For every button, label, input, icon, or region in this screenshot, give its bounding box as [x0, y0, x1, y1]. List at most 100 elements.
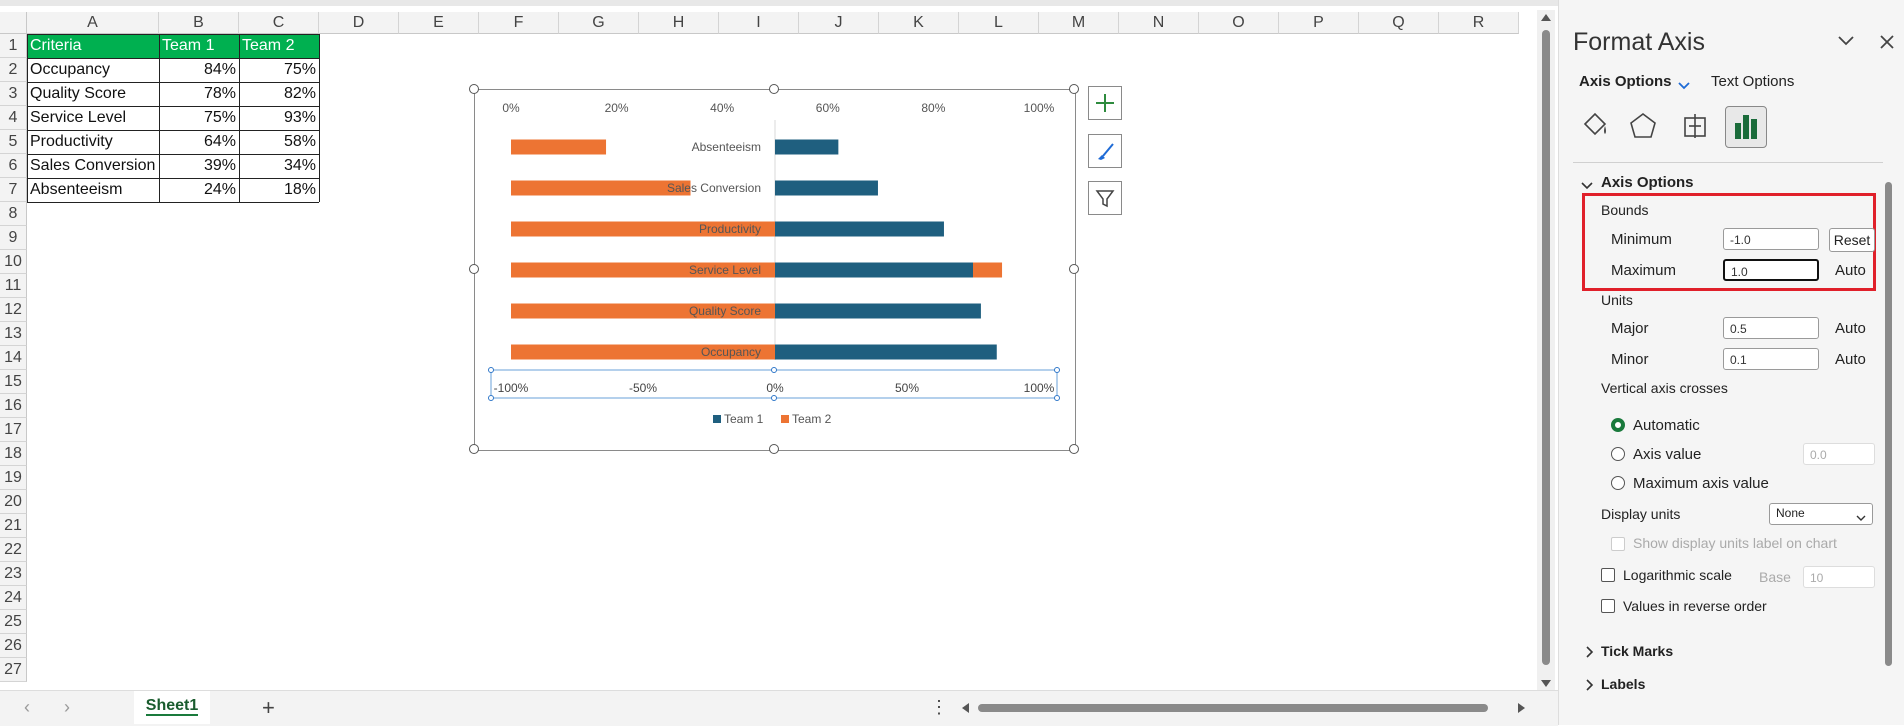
table-cell[interactable]: 34% — [239, 154, 319, 178]
bar-team2[interactable] — [511, 139, 607, 155]
row-header-1[interactable]: 1 — [0, 34, 27, 58]
chart-filters-button[interactable] — [1088, 181, 1122, 215]
pane-scroll-thumb[interactable] — [1885, 182, 1892, 666]
pane-scrollbar[interactable] — [1881, 170, 1895, 710]
table-cell[interactable]: Quality Score — [27, 82, 159, 106]
column-header-i[interactable]: I — [719, 12, 799, 34]
row-header-4[interactable]: 4 — [0, 106, 27, 130]
table-cell[interactable]: Team 2 — [239, 34, 319, 58]
row-header-10[interactable]: 10 — [0, 250, 27, 274]
row-header-25[interactable]: 25 — [0, 610, 27, 634]
select-all-corner[interactable] — [0, 12, 27, 34]
row-header-8[interactable]: 8 — [0, 202, 27, 226]
tick-marks-expand-icon[interactable] — [1585, 645, 1595, 663]
axis-selection-handle[interactable] — [488, 367, 494, 373]
chart-styles-button[interactable] — [1088, 134, 1122, 168]
scroll-up-arrow[interactable] — [1541, 14, 1551, 21]
axis-value-input[interactable]: 0.0 — [1803, 443, 1875, 465]
table-cell[interactable]: Team 1 — [159, 34, 239, 58]
column-header-p[interactable]: P — [1279, 12, 1359, 34]
legend-swatch-team1[interactable] — [713, 415, 721, 423]
chevron-down-icon[interactable] — [1837, 34, 1855, 53]
bar-team1[interactable] — [775, 180, 878, 196]
prev-sheet-icon[interactable]: ‹ — [24, 697, 30, 718]
show-units-label-checkbox[interactable] — [1611, 537, 1625, 551]
minor-auto-button[interactable]: Auto — [1835, 351, 1866, 368]
row-header-7[interactable]: 7 — [0, 178, 27, 202]
row-header-17[interactable]: 17 — [0, 418, 27, 442]
row-header-16[interactable]: 16 — [0, 394, 27, 418]
minor-input[interactable]: 0.1 — [1723, 348, 1819, 370]
chart-handle-ml[interactable] — [469, 264, 479, 274]
table-cell[interactable]: 84% — [159, 58, 239, 82]
column-header-f[interactable]: F — [479, 12, 559, 34]
table-cell[interactable]: 75% — [159, 106, 239, 130]
effects-icon[interactable] — [1627, 110, 1659, 147]
chart-area[interactable]: 0% 20% 40% 60% 80% 100% Absenteeism Sales Conve… — [474, 89, 1076, 451]
table-cell[interactable]: 78% — [159, 82, 239, 106]
row-header-24[interactable]: 24 — [0, 586, 27, 610]
display-units-select[interactable]: None — [1769, 503, 1873, 525]
row-header-23[interactable]: 23 — [0, 562, 27, 586]
row-header-27[interactable]: 27 — [0, 658, 27, 682]
axis-selection-handle[interactable] — [1054, 395, 1060, 401]
fill-line-icon[interactable] — [1579, 110, 1611, 147]
bar-team1[interactable] — [775, 303, 981, 319]
section-tick-marks[interactable]: Tick Marks — [1601, 643, 1673, 659]
legend-swatch-team2[interactable] — [781, 415, 789, 423]
column-header-e[interactable]: E — [399, 12, 479, 34]
bar-team2[interactable] — [511, 221, 818, 237]
chart-handle-tm[interactable] — [769, 84, 779, 94]
labels-expand-icon[interactable] — [1585, 678, 1595, 696]
column-header-r[interactable]: R — [1439, 12, 1519, 34]
table-cell[interactable]: 39% — [159, 154, 239, 178]
row-header-15[interactable]: 15 — [0, 370, 27, 394]
table-cell[interactable]: 18% — [239, 178, 319, 202]
bar-team1[interactable] — [775, 344, 997, 360]
row-header-21[interactable]: 21 — [0, 514, 27, 538]
chart-handle-tl[interactable] — [469, 84, 479, 94]
major-input[interactable]: 0.5 — [1723, 317, 1819, 339]
axis-options-dropdown-icon[interactable] — [1677, 78, 1691, 96]
more-options-icon[interactable]: ⋮ — [930, 697, 948, 718]
column-header-q[interactable]: Q — [1359, 12, 1439, 34]
table-cell[interactable]: Productivity — [27, 130, 159, 154]
base-input[interactable]: 10 — [1803, 566, 1875, 588]
add-sheet-button[interactable]: + — [262, 695, 275, 721]
table-cell[interactable]: 24% — [159, 178, 239, 202]
chart-handle-tr[interactable] — [1069, 84, 1079, 94]
column-header-m[interactable]: M — [1039, 12, 1119, 34]
row-header-22[interactable]: 22 — [0, 538, 27, 562]
reverse-order-checkbox[interactable] — [1601, 599, 1615, 613]
row-header-19[interactable]: 19 — [0, 466, 27, 490]
column-header-d[interactable]: D — [319, 12, 399, 34]
axis-selection-handle[interactable] — [488, 395, 494, 401]
row-header-3[interactable]: 3 — [0, 82, 27, 106]
chart-handle-bm[interactable] — [769, 444, 779, 454]
row-header-12[interactable]: 12 — [0, 298, 27, 322]
row-header-2[interactable]: 2 — [0, 58, 27, 82]
table-cell[interactable]: Criteria — [27, 34, 159, 58]
hscroll-left-arrow[interactable] — [962, 703, 969, 713]
next-sheet-icon[interactable]: › — [64, 697, 70, 718]
vertical-scrollbar[interactable] — [1537, 10, 1555, 690]
radio-automatic[interactable] — [1611, 418, 1625, 432]
chart-handle-br[interactable] — [1069, 444, 1079, 454]
radio-axis-value[interactable] — [1611, 447, 1625, 461]
minimum-input[interactable]: -1.0 — [1723, 228, 1819, 250]
table-cell[interactable]: Sales Conversion — [27, 154, 159, 178]
row-header-13[interactable]: 13 — [0, 322, 27, 346]
maximum-input[interactable]: 1.0 — [1723, 259, 1819, 281]
scroll-down-arrow[interactable] — [1541, 680, 1551, 687]
log-scale-checkbox[interactable] — [1601, 568, 1615, 582]
column-header-h[interactable]: H — [639, 12, 719, 34]
table-cell[interactable]: 93% — [239, 106, 319, 130]
axis-selection-handle[interactable] — [771, 367, 777, 373]
column-header-k[interactable]: K — [879, 12, 959, 34]
sheet-tab-sheet1[interactable]: Sheet1 — [134, 691, 210, 724]
section-labels[interactable]: Labels — [1601, 676, 1645, 692]
tab-axis-options[interactable]: Axis Options — [1579, 73, 1672, 90]
column-header-l[interactable]: L — [959, 12, 1039, 34]
major-auto-button[interactable]: Auto — [1835, 320, 1866, 337]
hscroll-thumb[interactable] — [978, 704, 1488, 712]
